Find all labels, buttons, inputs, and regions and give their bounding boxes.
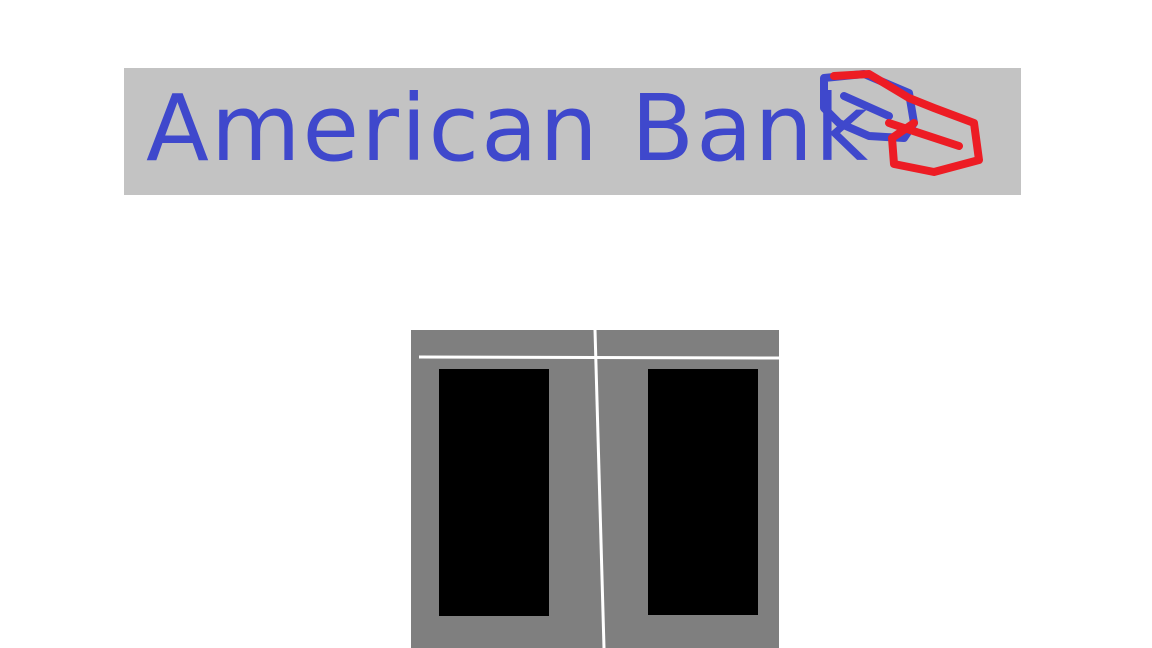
bank-building [411,330,779,648]
bank-name: American Bank [146,75,871,182]
right-door[interactable] [648,369,758,615]
left-door[interactable] [439,369,549,616]
bank-sign: American Bank [124,68,1021,195]
hexagon-chain-icon [820,70,983,176]
